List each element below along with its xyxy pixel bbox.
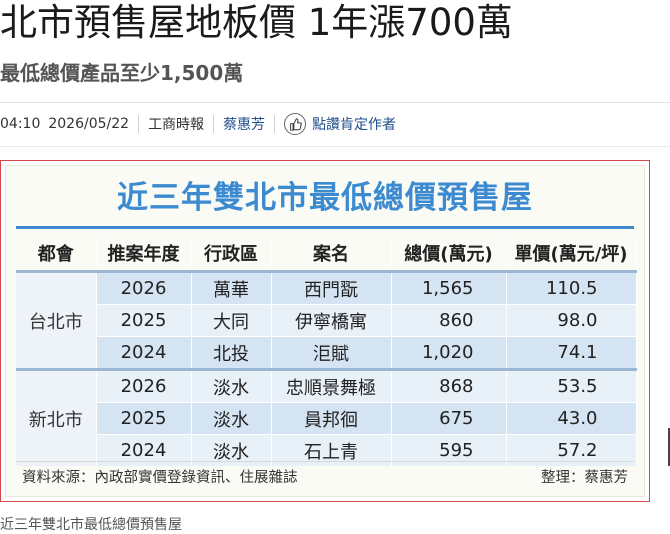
- year-cell: 2026: [96, 271, 192, 305]
- header-project-name: 案名: [271, 236, 392, 273]
- project-name-cell: 伊寧橋寓: [271, 304, 392, 337]
- project-name-cell: 西門翫: [271, 271, 392, 305]
- total-price-cell: 675: [391, 402, 507, 435]
- article-headline: 北市預售屋地板價 1年漲700萬: [0, 1, 513, 44]
- like-author-label: 點讚肯定作者: [312, 117, 397, 133]
- project-name-cell: 員邦徊: [271, 402, 392, 435]
- figure-editor-note: 整理：蔡惠芳: [541, 470, 628, 486]
- city-cell: 新北市: [16, 368, 97, 466]
- table-header-row: 都會 推案年度 行政區 案名 總價(萬元) 單價(萬元/坪): [16, 236, 637, 273]
- like-author-button[interactable]: 點讚肯定作者: [284, 113, 396, 135]
- table-row: 2025 大同 伊寧橋寓 860 98.0: [16, 304, 637, 337]
- table-row: 2024 北投 洰賦 1,020 74.1: [16, 336, 637, 370]
- total-price-cell: 860: [391, 304, 507, 337]
- meta-separator: [274, 115, 276, 133]
- project-name-cell: 忠順景舞極: [271, 368, 392, 403]
- figure-caption: 近三年雙北市最低總價預售屋: [0, 517, 182, 533]
- figure-source-note: 資料來源：內政部實價登錄資訊、住展雜誌: [22, 470, 298, 486]
- meta-separator: [138, 115, 140, 133]
- unit-price-cell: 74.1: [506, 336, 637, 370]
- meta-separator: [213, 115, 215, 133]
- district-cell: 萬華: [191, 271, 272, 305]
- district-cell: 大同: [191, 304, 272, 337]
- year-cell: 2025: [96, 402, 192, 435]
- project-name-cell: 洰賦: [271, 336, 392, 370]
- header-year: 推案年度: [96, 236, 192, 273]
- presale-price-table: 都會 推案年度 行政區 案名 總價(萬元) 單價(萬元/坪) 台北市 2026 …: [16, 236, 637, 466]
- divider: [0, 102, 670, 103]
- figure-title-rule: [16, 226, 634, 229]
- total-price-cell: 1,565: [391, 271, 507, 305]
- table-row: 台北市 2026 萬華 西門翫 1,565 110.5: [16, 271, 637, 370]
- article-figure-frame: 近三年雙北市最低總價預售屋 都會 推案年度 行政區 案名 總價(萬元) 單價(萬…: [0, 160, 650, 502]
- author-link[interactable]: 蔡惠芳: [223, 114, 265, 134]
- district-cell: 北投: [191, 336, 272, 370]
- total-price-cell: 868: [391, 368, 507, 403]
- year-cell: 2026: [96, 368, 192, 403]
- publish-time: 04:10: [0, 116, 41, 132]
- header-city: 都會: [16, 236, 97, 273]
- article-meta: 04:10 2026/05/22 工商時報 蔡惠芳 點讚肯定作者: [0, 108, 396, 140]
- price-table-figure: 近三年雙北市最低總價預售屋 都會 推案年度 行政區 案名 總價(萬元) 單價(萬…: [5, 165, 645, 497]
- header-unit-price: 單價(萬元/坪): [506, 236, 637, 273]
- thumbs-up-icon: [284, 113, 307, 135]
- year-cell: 2024: [96, 336, 192, 370]
- table-row: 2025 淡水 員邦徊 675 43.0: [16, 402, 637, 435]
- total-price-cell: 1,020: [391, 336, 507, 370]
- unit-price-cell: 98.0: [506, 304, 637, 337]
- district-cell: 淡水: [191, 402, 272, 435]
- publisher-name: 工商時報: [148, 117, 205, 133]
- header-district: 行政區: [191, 236, 272, 273]
- divider: [0, 146, 670, 147]
- year-cell: 2025: [96, 304, 192, 337]
- unit-price-cell: 110.5: [506, 271, 637, 305]
- unit-price-cell: 43.0: [506, 402, 637, 435]
- figure-title: 近三年雙北市最低總價預售屋: [117, 180, 533, 216]
- article-subtitle: 最低總價產品至少1,500萬: [0, 61, 244, 85]
- publish-date: 2026/05/22: [48, 116, 130, 132]
- district-cell: 淡水: [191, 368, 272, 403]
- unit-price-cell: 53.5: [506, 368, 637, 403]
- header-total-price: 總價(萬元): [391, 236, 507, 273]
- table-row: 新北市 2026 淡水 忠順景舞極 868 53.5: [16, 368, 637, 466]
- figure-footer: 資料來源：內政部實價登錄資訊、住展雜誌 整理：蔡惠芳: [16, 461, 634, 491]
- city-cell: 台北市: [16, 271, 97, 370]
